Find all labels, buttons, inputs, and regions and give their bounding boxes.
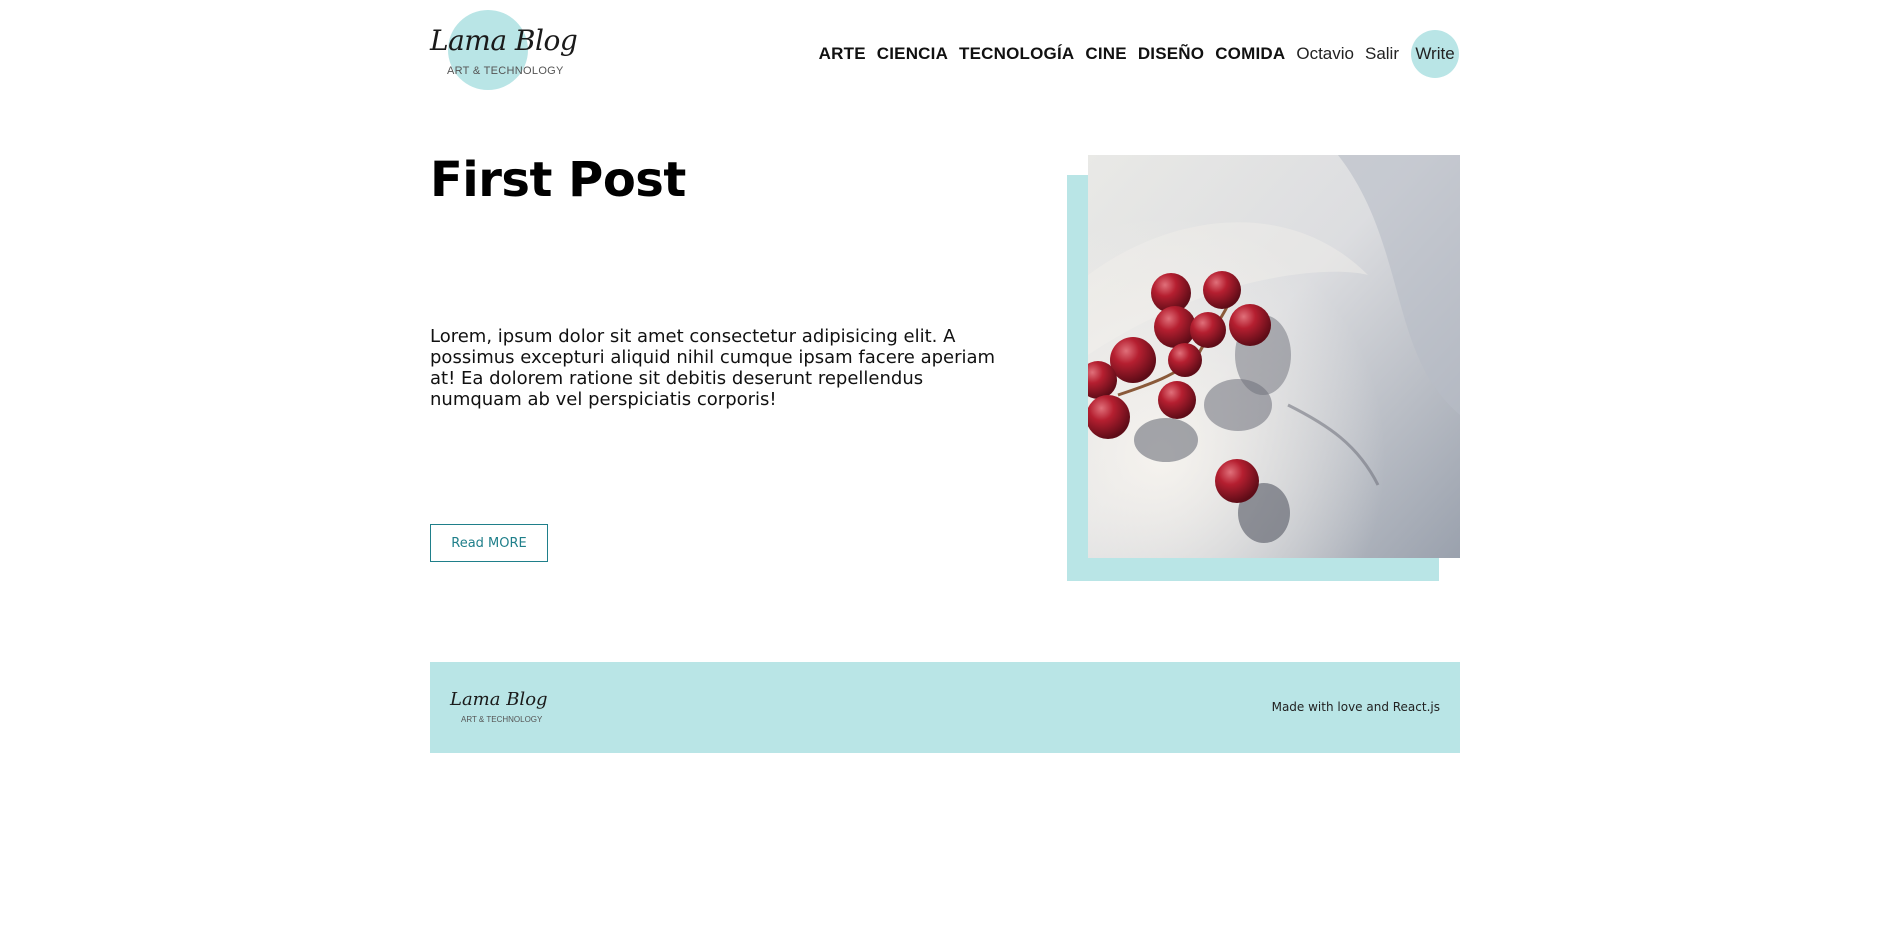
logo-subtitle: ART & TECHNOLOGY <box>447 65 564 77</box>
footer-credit: Made with love and React.js <box>1271 700 1440 714</box>
footer-logo-subtitle: ART & TECHNOLOGY <box>461 715 543 724</box>
grapes-photo-image <box>1088 155 1460 558</box>
logo[interactable]: Lama Blog ART & TECHNOLOGY <box>430 10 578 92</box>
user-name[interactable]: Octavio <box>1296 44 1354 64</box>
nav-link-arte[interactable]: ARTE <box>819 44 866 64</box>
logout-link[interactable]: Salir <box>1365 44 1399 64</box>
footer: Lama Blog ART & TECHNOLOGY Made with lov… <box>430 662 1460 753</box>
footer-logo-title: Lama Blog <box>450 689 548 710</box>
post-title[interactable]: First Post <box>430 152 686 208</box>
nav-link-tecnologia[interactable]: TECNOLOGÍA <box>959 44 1074 64</box>
write-button[interactable]: Write <box>1411 30 1459 78</box>
post-image[interactable] <box>1088 155 1460 558</box>
nav-link-diseno[interactable]: DISEÑO <box>1138 44 1204 64</box>
nav-link-comida[interactable]: COMIDA <box>1215 44 1285 64</box>
main-nav: ARTE CIENCIA TECNOLOGÍA CINE DISEÑO COMI… <box>819 30 1459 78</box>
post-description: Lorem, ipsum dolor sit amet consectetur … <box>430 326 996 410</box>
nav-link-ciencia[interactable]: CIENCIA <box>877 44 948 64</box>
nav-link-cine[interactable]: CINE <box>1085 44 1126 64</box>
logo-title: Lama Blog <box>430 24 578 57</box>
read-more-button[interactable]: Read MORE <box>430 524 548 562</box>
